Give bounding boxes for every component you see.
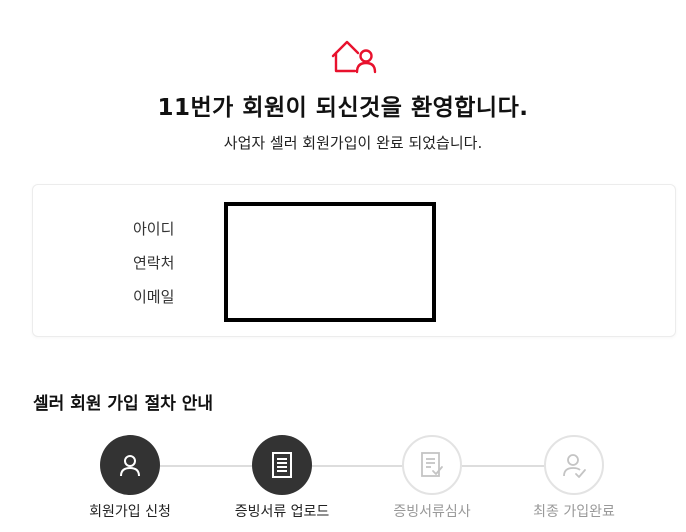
- account-info-card: 아이디 연락처 이메일: [32, 184, 676, 337]
- phone-label: 연락처: [133, 254, 175, 272]
- step-3-label: 증빙서류심사: [393, 504, 471, 520]
- document-check-icon: [421, 452, 443, 477]
- step-connector: [462, 465, 546, 467]
- email-label: 이메일: [133, 288, 175, 306]
- process-section-title: 셀러 회원 가입 절차 안내: [33, 394, 214, 414]
- step-2-label: 증빙서류 업로드: [234, 504, 330, 520]
- step-1-circle: [100, 435, 160, 495]
- document-icon: [272, 452, 292, 478]
- id-label: 아이디: [133, 220, 175, 238]
- step-connector: [160, 465, 252, 467]
- home-user-icon: [331, 40, 377, 74]
- step-3-circle: [402, 435, 462, 495]
- step-4-label: 최종 가입완료: [533, 504, 615, 520]
- page-subtitle: 사업자 셀러 회원가입이 완료 되었습니다.: [223, 134, 483, 152]
- user-icon: [120, 455, 140, 477]
- user-check-icon: [563, 454, 586, 478]
- step-2-circle: [252, 435, 312, 495]
- step-4-circle: [544, 435, 604, 495]
- step-1-label: 회원가입 신청: [89, 504, 171, 520]
- step-connector: [312, 465, 404, 467]
- redacted-account-values: [224, 202, 436, 322]
- page-title: 11번가 회원이 되신것을 환영합니다.: [157, 95, 529, 121]
